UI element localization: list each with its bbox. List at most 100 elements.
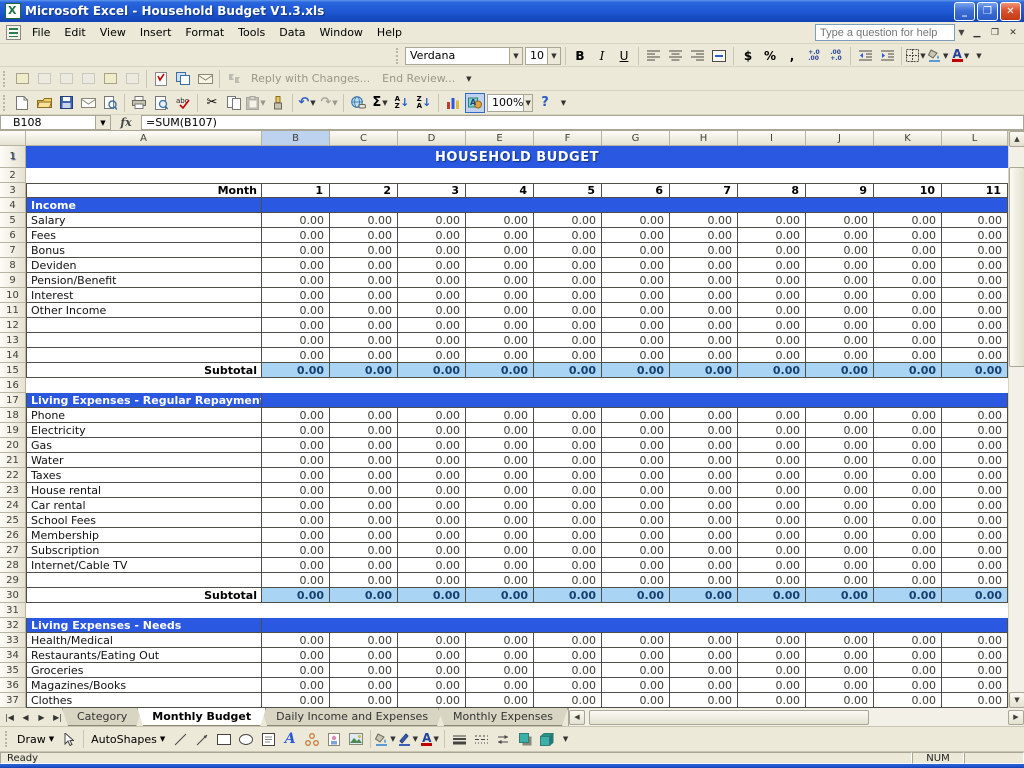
value-cell[interactable]: 0.00 xyxy=(670,588,738,603)
value-cell[interactable]: 0.00 xyxy=(874,228,942,243)
format-painter-icon[interactable] xyxy=(268,93,288,113)
undo-icon[interactable]: ↶▼ xyxy=(297,93,317,113)
value-cell[interactable]: 0.00 xyxy=(262,543,330,558)
row-header-5[interactable]: 5 xyxy=(0,213,26,228)
value-cell[interactable]: 0.00 xyxy=(262,438,330,453)
value-cell[interactable]: 0.00 xyxy=(738,528,806,543)
sheet-tab-monthly-expenses[interactable]: Monthly Expenses xyxy=(438,708,568,726)
font-name-combo[interactable]: Verdana ▼ xyxy=(405,47,523,65)
menu-insert[interactable]: Insert xyxy=(133,23,179,42)
value-cell[interactable]: 0.00 xyxy=(398,273,466,288)
column-header-I[interactable]: I xyxy=(738,131,806,146)
value-cell[interactable]: 0.00 xyxy=(398,468,466,483)
drawing-icon[interactable]: A xyxy=(465,93,485,113)
row-header-20[interactable]: 20 xyxy=(0,438,26,453)
column-header-B[interactable]: B xyxy=(262,131,330,146)
select-objects-icon[interactable] xyxy=(59,729,79,749)
value-cell[interactable]: 0.00 xyxy=(534,258,602,273)
underline-button[interactable]: U xyxy=(614,46,634,66)
value-cell[interactable]: 0.00 xyxy=(398,453,466,468)
value-cell[interactable]: 0.00 xyxy=(330,348,398,363)
value-cell[interactable]: 0.00 xyxy=(466,693,534,708)
autosum-icon[interactable]: Σ▼ xyxy=(370,93,390,113)
value-cell[interactable]: 0.00 xyxy=(330,663,398,678)
value-cell[interactable]: 0.00 xyxy=(942,483,1008,498)
select-all-corner[interactable] xyxy=(0,131,26,146)
label-cell[interactable]: Restaurants/Eating Out xyxy=(26,648,262,663)
value-cell[interactable]: 0.00 xyxy=(738,648,806,663)
value-cell[interactable]: 0.00 xyxy=(738,318,806,333)
value-cell[interactable]: 0.00 xyxy=(330,303,398,318)
value-cell[interactable]: 0.00 xyxy=(806,333,874,348)
value-cell[interactable]: 0.00 xyxy=(738,483,806,498)
scroll-down-icon[interactable]: ▼ xyxy=(1009,692,1024,708)
name-box-dropdown-icon[interactable]: ▼ xyxy=(96,115,111,130)
row-header-9[interactable]: 9 xyxy=(0,273,26,288)
value-cell[interactable]: 0.00 xyxy=(738,273,806,288)
previous-sheet-icon[interactable]: ◀ xyxy=(18,710,33,725)
month-cell[interactable]: 9 xyxy=(806,183,874,198)
value-cell[interactable]: 0.00 xyxy=(670,243,738,258)
value-cell[interactable]: 0.00 xyxy=(534,453,602,468)
value-cell[interactable]: 0.00 xyxy=(806,588,874,603)
section-header-cell[interactable]: Income xyxy=(26,198,262,213)
autoshapes-menu-button[interactable]: AutoShapes▼ xyxy=(87,731,169,748)
value-cell[interactable]: 0.00 xyxy=(874,213,942,228)
value-cell[interactable]: 0.00 xyxy=(806,468,874,483)
value-cell[interactable]: 0.00 xyxy=(534,423,602,438)
value-cell[interactable]: 0.00 xyxy=(874,258,942,273)
value-cell[interactable]: 0.00 xyxy=(806,348,874,363)
spelling-icon[interactable]: abc xyxy=(173,93,193,113)
value-cell[interactable]: 0.00 xyxy=(398,423,466,438)
value-cell[interactable]: 0.00 xyxy=(262,498,330,513)
value-cell[interactable]: 0.00 xyxy=(534,438,602,453)
row-header-11[interactable]: 11 xyxy=(0,303,26,318)
row-header-7[interactable]: 7 xyxy=(0,243,26,258)
value-cell[interactable]: 0.00 xyxy=(738,213,806,228)
value-cell[interactable]: 0.00 xyxy=(874,438,942,453)
value-cell[interactable]: 0.00 xyxy=(466,258,534,273)
cell[interactable] xyxy=(26,378,1008,393)
value-cell[interactable]: 0.00 xyxy=(262,588,330,603)
help-icon[interactable]: ? xyxy=(535,93,555,113)
value-cell[interactable]: 0.00 xyxy=(874,303,942,318)
comma-button[interactable]: , xyxy=(782,46,802,66)
value-cell[interactable]: 0.00 xyxy=(466,648,534,663)
align-right-icon[interactable] xyxy=(687,46,707,66)
value-cell[interactable]: 0.00 xyxy=(398,663,466,678)
value-cell[interactable]: 0.00 xyxy=(874,348,942,363)
value-cell[interactable]: 0.00 xyxy=(942,453,1008,468)
value-cell[interactable]: 0.00 xyxy=(262,453,330,468)
month-cell[interactable]: 10 xyxy=(874,183,942,198)
value-cell[interactable]: 0.00 xyxy=(738,348,806,363)
value-cell[interactable]: 0.00 xyxy=(738,303,806,318)
line-icon[interactable] xyxy=(170,729,190,749)
value-cell[interactable]: 0.00 xyxy=(874,408,942,423)
value-cell[interactable]: 0.00 xyxy=(330,558,398,573)
label-cell[interactable]: Gas xyxy=(26,438,262,453)
toolbar-grip[interactable] xyxy=(3,95,8,111)
name-box[interactable]: B108 xyxy=(0,115,96,130)
font-color-icon[interactable]: A ▼ xyxy=(950,46,970,66)
column-header-K[interactable]: K xyxy=(874,131,942,146)
label-cell[interactable]: Health/Medical xyxy=(26,633,262,648)
oval-icon[interactable] xyxy=(236,729,256,749)
arrow-style-icon[interactable] xyxy=(493,729,513,749)
value-cell[interactable]: 0.00 xyxy=(466,288,534,303)
increase-indent-icon[interactable] xyxy=(877,46,897,66)
row-header-28[interactable]: 28 xyxy=(0,558,26,573)
value-cell[interactable]: 0.00 xyxy=(942,258,1008,273)
row-header-18[interactable]: 18 xyxy=(0,408,26,423)
open-icon[interactable] xyxy=(34,93,54,113)
value-cell[interactable]: 0.00 xyxy=(738,663,806,678)
first-sheet-icon[interactable]: |◀ xyxy=(2,710,17,725)
menu-format[interactable]: Format xyxy=(178,23,231,42)
label-cell[interactable]: Electricity xyxy=(26,423,262,438)
menu-tools[interactable]: Tools xyxy=(231,23,272,42)
scroll-left-icon[interactable]: ◀ xyxy=(569,710,585,725)
fill-color-icon[interactable]: ▼ xyxy=(375,729,395,749)
print-preview-icon[interactable] xyxy=(151,93,171,113)
value-cell[interactable]: 0.00 xyxy=(670,498,738,513)
row-header-30[interactable]: 30 xyxy=(0,588,26,603)
value-cell[interactable]: 0.00 xyxy=(874,318,942,333)
